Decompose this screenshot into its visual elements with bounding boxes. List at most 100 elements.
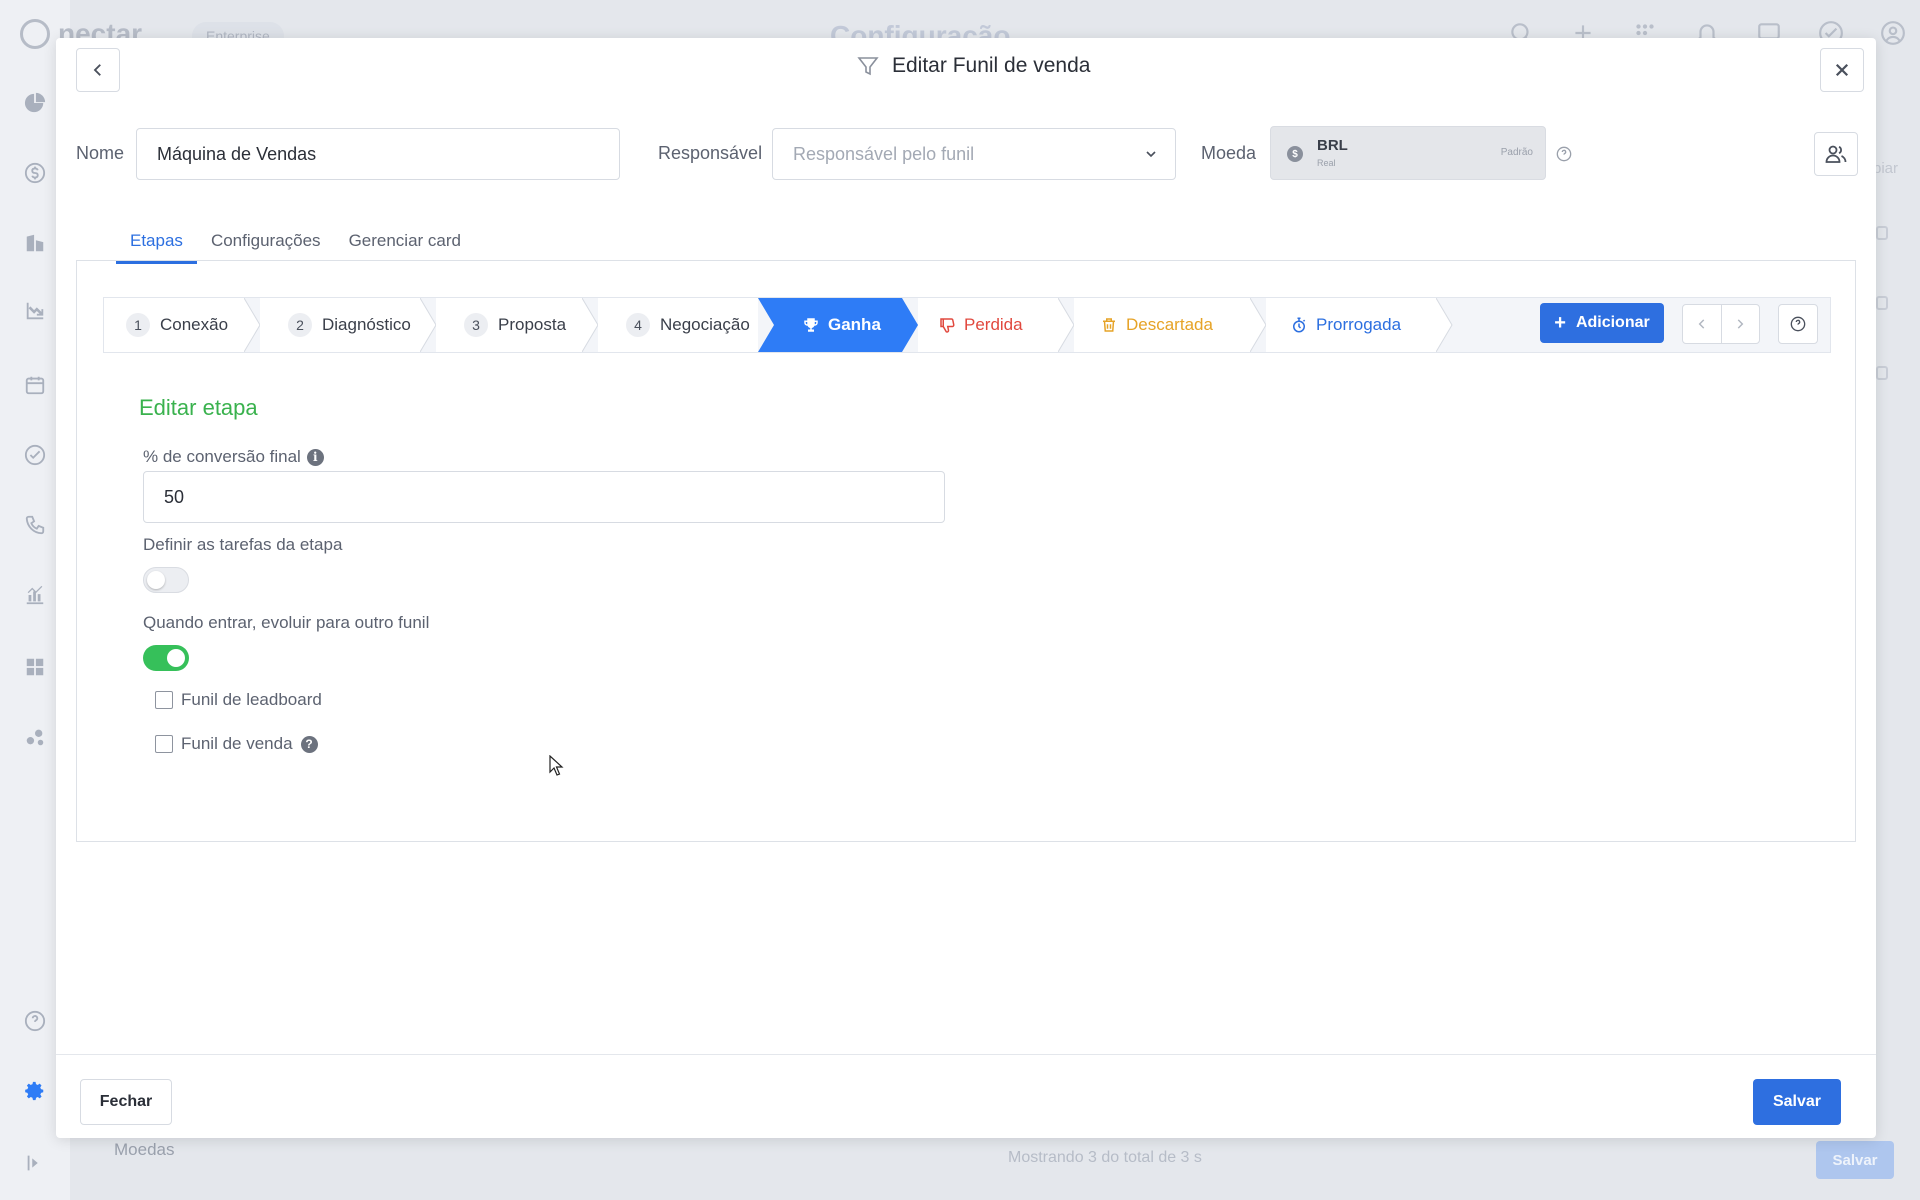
scroll-right-button[interactable] bbox=[1720, 305, 1760, 343]
close-button[interactable]: Fechar bbox=[80, 1079, 172, 1125]
option-label: Funil de venda bbox=[181, 734, 293, 753]
edit-funnel-modal: Editar Funil de venda Nome Máquina de Ve… bbox=[56, 38, 1876, 1138]
owner-select[interactable]: Responsável pelo funil bbox=[772, 128, 1176, 180]
conversion-label-text: % de conversão final bbox=[143, 447, 301, 466]
dollar-icon[interactable] bbox=[22, 160, 48, 186]
widgets-icon[interactable] bbox=[22, 654, 48, 680]
option-label: Funil de leadboard bbox=[181, 690, 322, 709]
stages-panel: 1 Conexão 2 Diagnóstico 3 Proposta 4 Neg… bbox=[76, 260, 1856, 842]
toggle-knob bbox=[167, 649, 185, 667]
stage-separator bbox=[758, 298, 778, 352]
help-icon[interactable] bbox=[22, 1008, 48, 1034]
sales-funnel-option[interactable]: Funil de venda ? bbox=[155, 734, 318, 754]
edit-stage-title: Editar etapa bbox=[139, 395, 258, 420]
stage-label: Prorrogada bbox=[1316, 315, 1402, 334]
stage-1[interactable]: 1 Conexão bbox=[104, 298, 244, 352]
background-save-button[interactable]: Salvar bbox=[1816, 1141, 1894, 1179]
tasks-label: Definir as tarefas da etapa bbox=[143, 535, 343, 554]
currency-help-icon[interactable] bbox=[1556, 146, 1572, 162]
trophy-icon bbox=[802, 316, 820, 334]
chevron-down-icon bbox=[1143, 146, 1159, 162]
stopwatch-icon bbox=[1290, 316, 1308, 334]
stage-label: Descartada bbox=[1126, 315, 1213, 334]
tasks-toggle[interactable] bbox=[143, 567, 189, 593]
stage-label: Negociação bbox=[660, 315, 750, 334]
background-row-icon bbox=[1876, 226, 1888, 240]
currency-code: BRL bbox=[1317, 137, 1348, 154]
background-footer-label: Moedas bbox=[114, 1140, 175, 1159]
logo-mark-icon bbox=[20, 19, 50, 49]
tab-gerenciar-card[interactable]: Gerenciar card bbox=[335, 220, 475, 262]
chevron-right-icon bbox=[1737, 319, 1744, 329]
evolve-funnel-toggle[interactable] bbox=[143, 645, 189, 671]
modal-tabs: Etapas Configurações Gerenciar card bbox=[116, 220, 475, 264]
analytics-icon[interactable] bbox=[22, 582, 48, 608]
question-circle-icon bbox=[1790, 316, 1806, 332]
building-icon[interactable] bbox=[22, 230, 48, 256]
stage-4[interactable]: 4 Negociação bbox=[598, 298, 758, 352]
evolve-label: Quando entrar, evoluir para outro funil bbox=[143, 613, 430, 632]
background-right-text: piar bbox=[1873, 160, 1899, 177]
modal-title-text: Editar Funil de venda bbox=[892, 54, 1091, 77]
chevron-left-icon bbox=[1698, 319, 1705, 329]
toggle-knob bbox=[147, 571, 165, 589]
stage-label: Diagnóstico bbox=[322, 315, 411, 334]
stage-number: 2 bbox=[288, 313, 312, 337]
stage-number: 4 bbox=[626, 313, 650, 337]
users-icon bbox=[1825, 145, 1847, 163]
funnel-name-input[interactable]: Máquina de Vendas bbox=[136, 128, 620, 180]
phone-icon[interactable] bbox=[22, 512, 48, 538]
stage-3[interactable]: 3 Proposta bbox=[436, 298, 582, 352]
footer-divider bbox=[56, 1054, 1876, 1055]
back-button[interactable] bbox=[76, 48, 120, 92]
check-circle-icon[interactable] bbox=[22, 442, 48, 468]
expand-sidebar-icon[interactable] bbox=[22, 1150, 48, 1176]
scroll-left-button[interactable] bbox=[1683, 305, 1721, 343]
mouse-cursor-icon bbox=[549, 755, 564, 776]
background-footer-count: Mostrando 3 do total de 3 s bbox=[1008, 1149, 1202, 1166]
stage-label: Ganha bbox=[828, 315, 881, 334]
currency-label: Moeda bbox=[1201, 143, 1257, 163]
owner-select-placeholder: Responsável pelo funil bbox=[793, 143, 975, 164]
stage-label: Perdida bbox=[964, 315, 1023, 334]
add-stage-button[interactable]: + Adicionar bbox=[1540, 303, 1664, 343]
funnel-icon bbox=[857, 57, 879, 76]
currency-name: Real bbox=[1317, 158, 1336, 168]
close-icon bbox=[1835, 63, 1849, 77]
name-label: Nome bbox=[76, 143, 125, 163]
stage-number: 3 bbox=[464, 313, 488, 337]
dashboard-icon[interactable] bbox=[22, 90, 48, 116]
close-modal-button[interactable] bbox=[1820, 48, 1864, 92]
conversion-label: % de conversão final i bbox=[143, 447, 324, 467]
stage-won[interactable]: Ganha bbox=[778, 298, 902, 352]
stage-label: Conexão bbox=[160, 315, 229, 334]
calendar-icon[interactable] bbox=[22, 372, 48, 398]
owner-label: Responsável bbox=[658, 143, 763, 163]
tab-etapas[interactable]: Etapas bbox=[116, 220, 197, 264]
info-icon[interactable]: i bbox=[306, 448, 324, 466]
stage-number: 1 bbox=[126, 313, 150, 337]
save-button[interactable]: Salvar bbox=[1753, 1079, 1841, 1125]
integrations-icon[interactable] bbox=[22, 724, 48, 750]
stage-lost[interactable]: Perdida bbox=[918, 298, 1058, 352]
stages-help-button[interactable] bbox=[1778, 304, 1818, 344]
funnel-users-button[interactable] bbox=[1814, 132, 1858, 176]
leadboard-funnel-option[interactable]: Funil de leadboard bbox=[155, 690, 322, 710]
tab-configuracoes[interactable]: Configurações bbox=[197, 220, 335, 262]
leadboard-checkbox[interactable] bbox=[155, 691, 173, 709]
background-row-icon bbox=[1876, 296, 1888, 310]
add-stage-label: Adicionar bbox=[1575, 314, 1650, 331]
settings-gear-icon[interactable] bbox=[22, 1078, 48, 1104]
stage-2[interactable]: 2 Diagnóstico bbox=[260, 298, 420, 352]
stage-scroll-controls bbox=[1682, 304, 1760, 344]
user-avatar-icon[interactable] bbox=[1880, 20, 1906, 46]
stage-discarded[interactable]: Descartada bbox=[1074, 298, 1250, 352]
stage-extended[interactable]: Prorrogada bbox=[1266, 298, 1436, 352]
plus-icon: + bbox=[1554, 312, 1566, 334]
conversion-input[interactable]: 50 bbox=[143, 471, 945, 523]
currency-select[interactable]: $ BRL Real Padrão bbox=[1270, 126, 1546, 180]
chart-down-icon[interactable] bbox=[22, 298, 48, 324]
background-row-icon bbox=[1876, 366, 1888, 380]
question-icon[interactable]: ? bbox=[300, 735, 318, 753]
sales-funnel-checkbox[interactable] bbox=[155, 735, 173, 753]
